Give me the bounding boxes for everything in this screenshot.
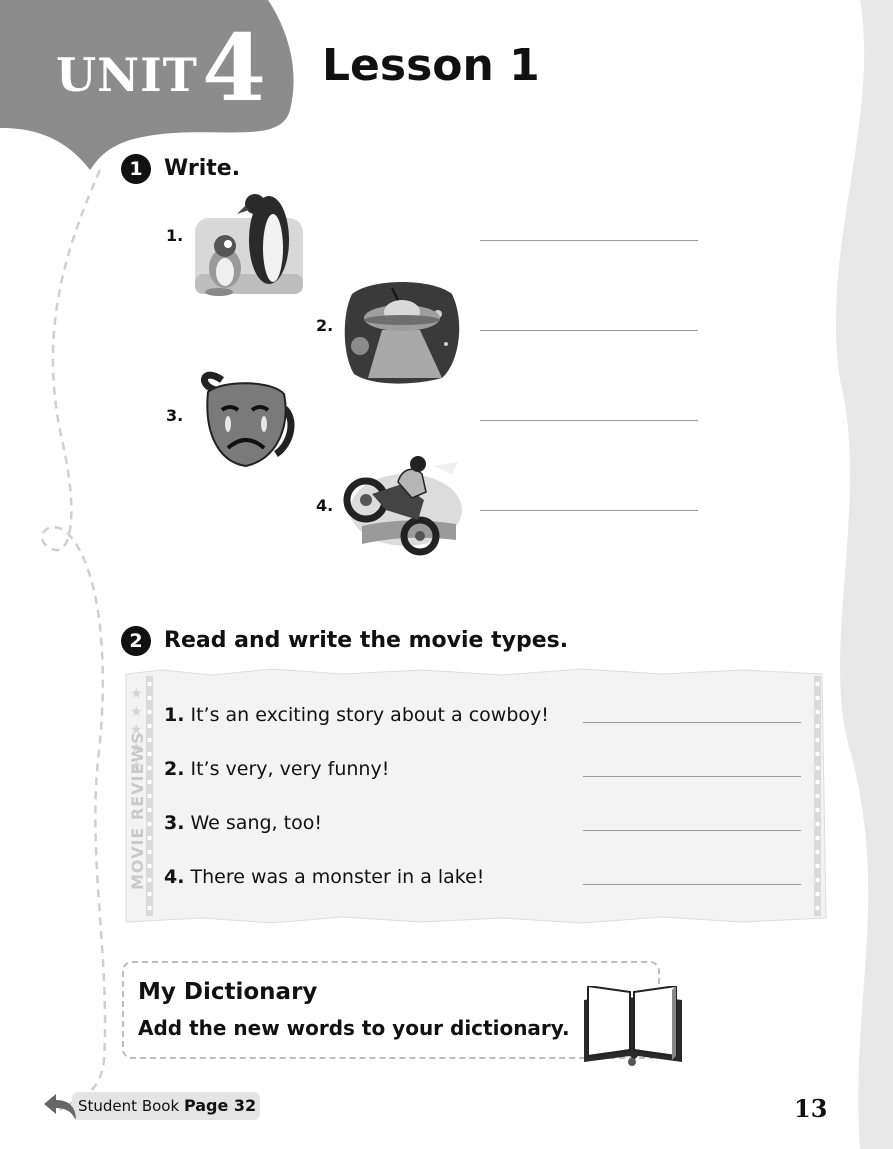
item-4-number: 4. — [316, 496, 334, 515]
back-arrow-icon — [44, 1094, 76, 1120]
unit-label: UNIT — [56, 48, 198, 102]
section-2-number: 2 — [121, 626, 151, 656]
sad-mask-icon — [201, 371, 295, 468]
answer-line-4[interactable] — [480, 510, 698, 511]
item-3-number: 3. — [166, 406, 184, 425]
dictionary-title: My Dictionary — [138, 979, 318, 1005]
penguins-icon — [195, 194, 303, 296]
review-answer-line-4[interactable] — [583, 884, 801, 885]
movie-reviews-label: MOVIE REVIEWS — [128, 731, 147, 890]
review-item-1: 1. It’s an exciting story about a cowboy… — [164, 704, 549, 726]
answer-line-2[interactable] — [480, 330, 698, 331]
lesson-title: Lesson 1 — [322, 40, 540, 91]
page-number: 13 — [794, 1094, 828, 1123]
flying-saucer-icon — [344, 282, 460, 384]
right-margin-decoration — [835, 0, 893, 1149]
review-answer-line-3[interactable] — [583, 830, 801, 831]
section-1-title: Write. — [164, 156, 241, 181]
motorcycle-rider-icon — [343, 456, 462, 556]
svg-text:★: ★ — [130, 686, 143, 702]
dictionary-instruction: Add the new words to your dictionary. — [138, 1016, 570, 1040]
review-item-2: 2. It’s very, very funny! — [164, 758, 390, 780]
unit-number: 4 — [202, 14, 267, 122]
section-1-number: 1 — [121, 154, 151, 184]
review-item-3: 3. We sang, too! — [164, 812, 322, 834]
open-book-icon — [584, 986, 682, 1066]
item-2-number: 2. — [316, 316, 334, 335]
review-item-4: 4. There was a monster in a lake! — [164, 866, 485, 888]
answer-line-3[interactable] — [480, 420, 698, 421]
review-answer-line-1[interactable] — [583, 722, 801, 723]
student-book-reference[interactable]: Student Book Page 32 — [78, 1096, 256, 1115]
item-1-number: 1. — [166, 226, 184, 245]
answer-line-1[interactable] — [480, 240, 698, 241]
svg-text:★: ★ — [130, 704, 143, 720]
section-2-title: Read and write the movie types. — [164, 628, 569, 653]
review-answer-line-2[interactable] — [583, 776, 801, 777]
